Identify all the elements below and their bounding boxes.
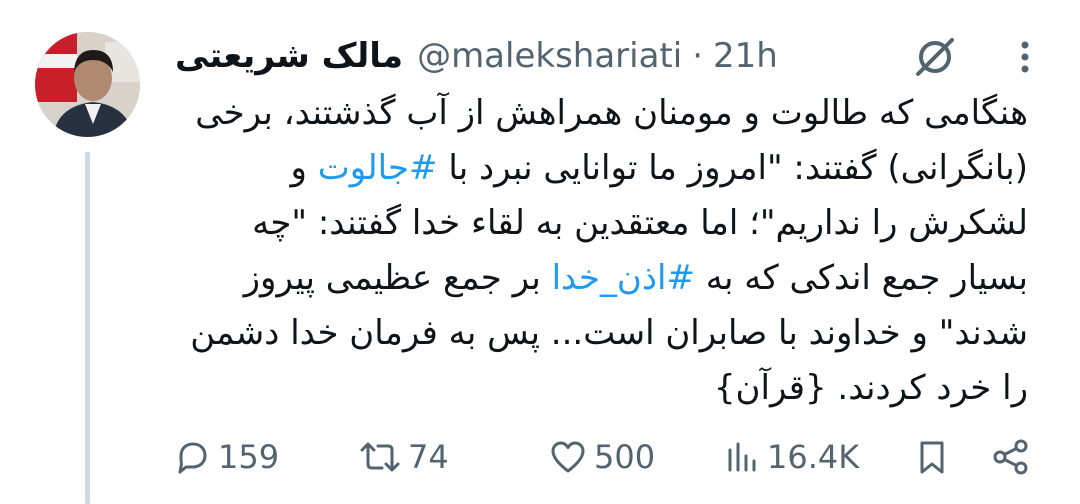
views-count: 16.4K [767, 438, 860, 476]
retweet-button[interactable]: 74 [358, 432, 449, 482]
views-icon [728, 442, 756, 472]
separator-dot: · [692, 36, 704, 76]
reply-icon [178, 442, 207, 474]
hashtag-goliath[interactable]: #جالوت [318, 148, 438, 188]
tweet-time[interactable]: 21h [713, 36, 778, 76]
action-bar: 159 74 500 16.4K [170, 432, 1040, 482]
tweet-text: هنگامی که طالوت و مومنان همراهش از آب گذ… [170, 86, 1028, 416]
user-handle[interactable]: @malekshariati [417, 36, 682, 76]
avatar[interactable] [35, 32, 140, 137]
avatar-image [35, 32, 140, 137]
share-button[interactable] [990, 432, 1032, 482]
reply-count: 159 [218, 438, 280, 476]
tweet-header: مالک شریعتی @malekshariati · 21h [175, 28, 910, 84]
retweet-count: 74 [408, 438, 449, 476]
display-name[interactable]: مالک شریعتی [175, 36, 403, 76]
bookmark-icon [920, 441, 944, 474]
bookmark-button[interactable] [912, 432, 952, 482]
like-button[interactable]: 500 [548, 432, 655, 482]
grok-icon[interactable] [910, 32, 960, 82]
like-icon [551, 441, 585, 473]
hashtag-by-gods-will[interactable]: #اذن_خدا [552, 258, 695, 298]
retweet-icon [360, 442, 400, 472]
thread-line [85, 152, 90, 504]
like-count: 500 [594, 438, 656, 476]
reply-button[interactable]: 159 [172, 432, 279, 482]
views-button[interactable]: 16.4K [725, 432, 859, 482]
share-icon [993, 439, 1028, 475]
more-icon[interactable] [1000, 32, 1050, 82]
